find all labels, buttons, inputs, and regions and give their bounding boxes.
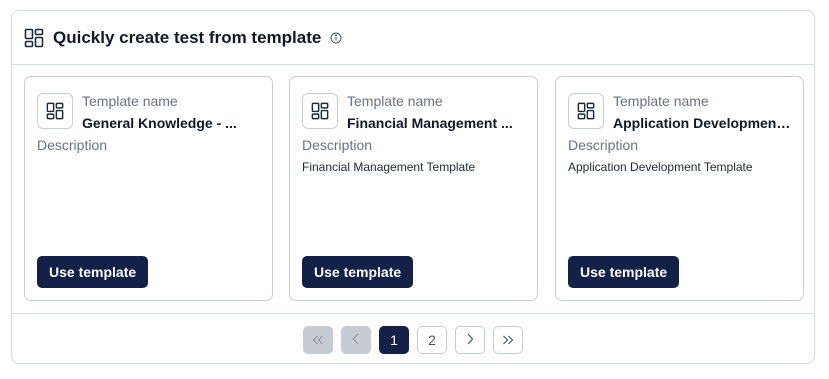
- use-template-button[interactable]: Use template: [302, 256, 414, 288]
- template-card: Template name Financial Management ... D…: [289, 76, 538, 301]
- grid-template-icon: [24, 28, 44, 48]
- template-name: Financial Management ...: [347, 115, 513, 131]
- grid-template-icon: [37, 93, 73, 129]
- chevron-left-icon: [352, 332, 360, 348]
- panel-title: Quickly create test from template: [53, 27, 322, 47]
- template-card: Template name General Knowledge - ... De…: [24, 76, 273, 301]
- template-description: Financial Management Template: [302, 160, 476, 174]
- next-page-button[interactable]: [455, 326, 485, 354]
- template-name-label: Template name: [613, 93, 709, 109]
- template-cards: Template name General Knowledge - ... De…: [24, 76, 804, 301]
- prev-page-button[interactable]: [341, 326, 371, 354]
- pagination: 1 2: [12, 326, 814, 354]
- description-label: Description: [302, 137, 373, 153]
- use-template-button[interactable]: Use template: [37, 256, 149, 288]
- page-button-2[interactable]: 2: [417, 326, 447, 354]
- last-page-button[interactable]: [493, 326, 523, 354]
- template-name: Application Development...: [613, 115, 791, 131]
- template-description: Application Development Template: [568, 160, 753, 174]
- first-page-button[interactable]: [303, 326, 333, 354]
- use-template-button[interactable]: Use template: [568, 256, 680, 288]
- template-panel: Quickly create test from template Templa…: [11, 10, 815, 364]
- template-name-label: Template name: [82, 93, 178, 109]
- chevron-right-icon: [466, 332, 474, 348]
- divider: [12, 313, 814, 314]
- template-name-label: Template name: [347, 93, 443, 109]
- page-button-1[interactable]: 1: [379, 326, 409, 354]
- description-label: Description: [568, 137, 639, 153]
- template-card: Template name Application Development...…: [555, 76, 804, 301]
- info-icon[interactable]: [330, 32, 342, 44]
- grid-template-icon: [302, 93, 338, 129]
- double-chevron-right-icon: [502, 332, 514, 348]
- description-label: Description: [37, 137, 108, 153]
- template-name: General Knowledge - ...: [82, 115, 237, 131]
- double-chevron-left-icon: [312, 332, 324, 348]
- panel-header: Quickly create test from template: [12, 11, 814, 65]
- grid-template-icon: [568, 93, 604, 129]
